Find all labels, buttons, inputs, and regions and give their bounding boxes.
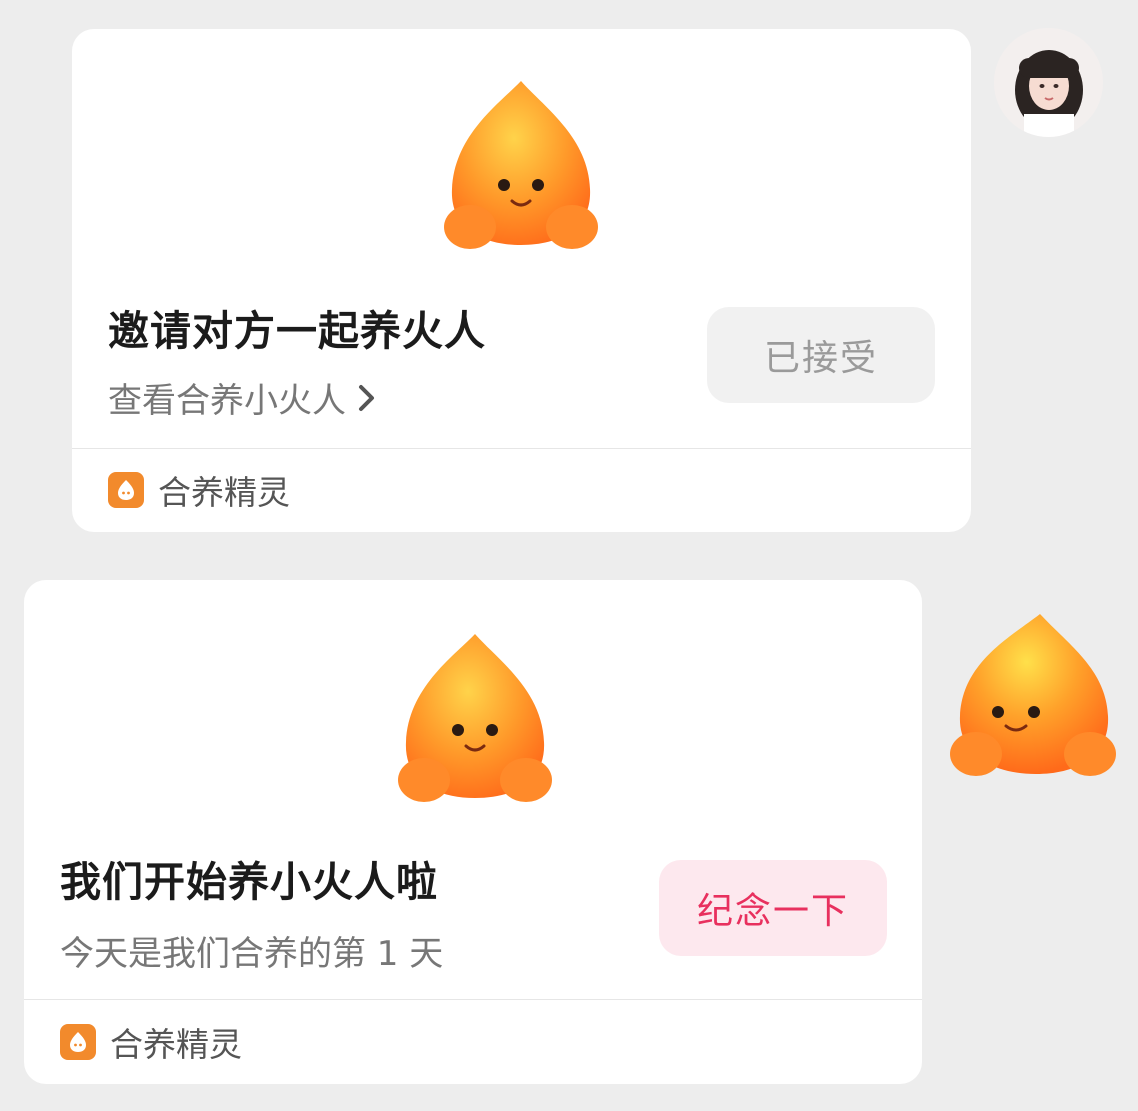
fire-mascot-icon — [394, 630, 556, 810]
chat-view: 邀请对方一起养火人 查看合养小火人 已接受 合养精灵 我们开始养小火人啦 今天是… — [0, 0, 1138, 1111]
start-card[interactable]: 我们开始养小火人啦 今天是我们合养的第 1 天 纪念一下 合养精灵 — [24, 580, 922, 1084]
commemorate-button[interactable]: 纪念一下 — [659, 860, 887, 956]
card-title: 邀请对方一起养火人 — [108, 307, 486, 355]
app-icon — [60, 1024, 96, 1060]
card-footer[interactable]: 合养精灵 — [108, 448, 290, 532]
app-icon — [108, 472, 144, 508]
fire-mascot-icon — [440, 77, 602, 257]
card-footer[interactable]: 合养精灵 — [60, 1000, 242, 1084]
accepted-button[interactable]: 已接受 — [707, 307, 935, 403]
card-subtitle: 今天是我们合养的第 1 天 — [60, 934, 444, 974]
invite-card[interactable]: 邀请对方一起养火人 查看合养小火人 已接受 合养精灵 — [72, 29, 971, 532]
view-mascot-link[interactable]: 查看合养小火人 — [108, 373, 378, 422]
card-title: 我们开始养小火人啦 — [60, 858, 438, 906]
app-name: 合养精灵 — [110, 1025, 242, 1064]
app-name: 合养精灵 — [158, 473, 290, 512]
chevron-right-icon — [359, 384, 374, 411]
card-subtitle-row: 今天是我们合养的第 1 天 — [60, 926, 443, 975]
card-subtitle: 查看合养小火人 — [108, 381, 346, 421]
avatar[interactable] — [994, 28, 1103, 137]
fire-mascot-sticker[interactable] — [948, 612, 1118, 784]
